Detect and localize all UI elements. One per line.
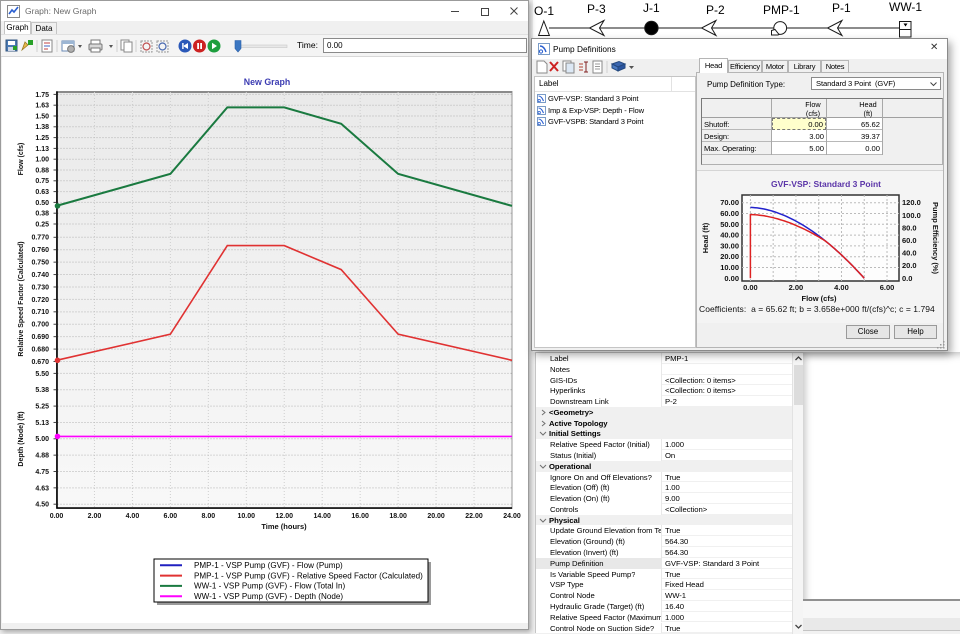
svg-text:0.00: 0.00 (50, 513, 64, 520)
svg-text:Relative Speed Factor (Calcula: Relative Speed Factor (Calculated) (18, 241, 25, 356)
svg-text:4.63: 4.63 (35, 485, 49, 492)
svg-text:0.670: 0.670 (31, 359, 49, 366)
svg-text:P-3: P-3 (587, 2, 606, 16)
svg-text:120.0: 120.0 (902, 198, 921, 207)
svg-text:5.00: 5.00 (35, 436, 49, 443)
svg-text:80.0: 80.0 (902, 223, 917, 232)
svg-text:30.00: 30.00 (720, 241, 739, 250)
svg-text:0.25: 0.25 (35, 221, 49, 228)
svg-text:10.00: 10.00 (720, 263, 739, 272)
svg-text:1.75: 1.75 (35, 92, 49, 99)
svg-text:6.00: 6.00 (164, 513, 178, 520)
svg-text:100.0: 100.0 (902, 211, 921, 220)
svg-text:0.00: 0.00 (724, 274, 739, 283)
svg-text:J-1: J-1 (643, 1, 660, 15)
svg-text:0.720: 0.720 (31, 297, 49, 304)
svg-text:16.00: 16.00 (351, 513, 369, 520)
svg-text:0.740: 0.740 (31, 272, 49, 279)
svg-text:0.63: 0.63 (35, 189, 49, 196)
svg-text:2.00: 2.00 (789, 283, 804, 292)
svg-text:5.13: 5.13 (35, 420, 49, 427)
svg-text:WW-1: WW-1 (889, 0, 922, 14)
svg-text:0.75: 0.75 (35, 178, 49, 185)
svg-text:0.680: 0.680 (31, 346, 49, 353)
svg-text:6.00: 6.00 (880, 283, 895, 292)
svg-text:1.63: 1.63 (35, 103, 49, 110)
svg-text:Depth (Node) (ft): Depth (Node) (ft) (18, 411, 25, 466)
svg-text:40.0: 40.0 (902, 249, 917, 258)
svg-text:2.00: 2.00 (88, 513, 102, 520)
svg-text:P-1: P-1 (832, 1, 851, 15)
svg-text:Time (hours): Time (hours) (261, 522, 307, 531)
svg-text:0.50: 0.50 (35, 200, 49, 207)
svg-text:0.710: 0.710 (31, 309, 49, 316)
svg-text:20.00: 20.00 (427, 513, 445, 520)
svg-text:18.00: 18.00 (389, 513, 407, 520)
svg-text:0.750: 0.750 (31, 260, 49, 267)
svg-text:1.50: 1.50 (35, 113, 49, 120)
svg-text:20.00: 20.00 (720, 252, 739, 261)
svg-text:Flow (cfs): Flow (cfs) (802, 294, 838, 303)
svg-text:40.00: 40.00 (720, 231, 739, 240)
svg-text:60.0: 60.0 (902, 236, 917, 245)
svg-text:5.38: 5.38 (35, 387, 49, 394)
svg-text:WW-1 - VSP Pump (GVF) - Depth: WW-1 - VSP Pump (GVF) - Depth (Node) (194, 592, 343, 601)
svg-text:0.00: 0.00 (743, 283, 758, 292)
svg-text:1.25: 1.25 (35, 135, 49, 142)
svg-text:22.00: 22.00 (465, 513, 483, 520)
svg-text:O-1: O-1 (534, 4, 554, 18)
svg-text:1.38: 1.38 (35, 124, 49, 131)
svg-text:0.760: 0.760 (31, 247, 49, 254)
svg-text:WW-1 - VSP Pump (GVF) - Flow (: WW-1 - VSP Pump (GVF) - Flow (Total In) (194, 582, 346, 591)
svg-text:New Graph: New Graph (244, 77, 290, 87)
svg-text:1.13: 1.13 (35, 146, 49, 153)
svg-text:5.50: 5.50 (35, 371, 49, 378)
svg-text:24.00: 24.00 (503, 513, 521, 520)
svg-text:Pump Efficiency (%): Pump Efficiency (%) (931, 202, 940, 275)
svg-text:0.730: 0.730 (31, 284, 49, 291)
svg-text:20.0: 20.0 (902, 261, 917, 270)
svg-text:4.88: 4.88 (35, 453, 49, 460)
svg-text:10.00: 10.00 (238, 513, 256, 520)
svg-text:0.0: 0.0 (902, 274, 912, 283)
svg-text:Coefficients: a = 65.62 ft; b: Coefficients: a = 65.62 ft; b = 3.658e+0… (699, 304, 935, 314)
svg-text:PMP-1 - VSP Pump (GVF) - Relat: PMP-1 - VSP Pump (GVF) - Relative Speed … (194, 571, 423, 580)
svg-text:1.00: 1.00 (35, 157, 49, 164)
svg-text:60.00: 60.00 (720, 209, 739, 218)
svg-text:8.00: 8.00 (202, 513, 216, 520)
svg-text:70.00: 70.00 (720, 198, 739, 207)
svg-text:12.00: 12.00 (275, 513, 293, 520)
svg-text:50.00: 50.00 (720, 220, 739, 229)
svg-text:GVF-VSP: Standard 3 Point: GVF-VSP: Standard 3 Point (771, 179, 881, 189)
svg-text:P-2: P-2 (706, 3, 725, 17)
svg-text:14.00: 14.00 (313, 513, 331, 520)
svg-text:0.700: 0.700 (31, 322, 49, 329)
svg-text:4.00: 4.00 (126, 513, 140, 520)
svg-text:4.00: 4.00 (834, 283, 849, 292)
svg-text:5.25: 5.25 (35, 404, 49, 411)
svg-text:0.88: 0.88 (35, 167, 49, 174)
svg-text:0.690: 0.690 (31, 334, 49, 341)
svg-text:0.770: 0.770 (31, 235, 49, 242)
svg-text:PMP-1: PMP-1 (763, 3, 800, 17)
svg-text:4.75: 4.75 (35, 469, 49, 476)
svg-text:Flow (cfs): Flow (cfs) (18, 143, 25, 176)
svg-text:PMP-1 - VSP Pump (GVF) - Flow: PMP-1 - VSP Pump (GVF) - Flow (Pump) (194, 561, 343, 570)
svg-text:0.38: 0.38 (35, 211, 49, 218)
svg-text:Head (ft): Head (ft) (701, 222, 710, 253)
svg-text:4.50: 4.50 (35, 502, 49, 509)
